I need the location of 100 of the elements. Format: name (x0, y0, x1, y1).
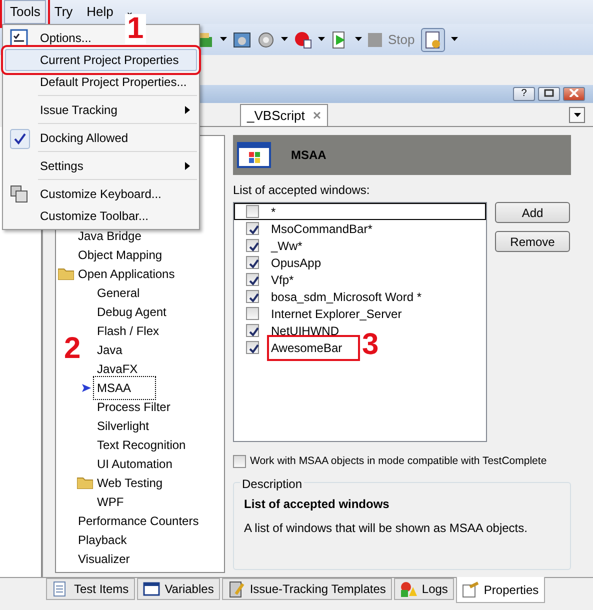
menu-item[interactable]: Customize Toolbar... (5, 205, 156, 227)
checkbox[interactable] (246, 273, 259, 286)
menu-label: Customize Toolbar... (40, 208, 148, 225)
menu-label: Settings (40, 158, 84, 175)
menu-item[interactable]: Issue Tracking (5, 99, 197, 121)
menu-item[interactable]: Settings (5, 155, 197, 177)
properties-toolbar-button[interactable] (420, 28, 445, 52)
action-button[interactable]: Add (495, 202, 570, 223)
tree-item[interactable]: Java (96, 340, 124, 358)
submenu-arrow-icon (185, 162, 190, 170)
tab-label: Properties (484, 582, 539, 598)
dropdown-icon (318, 37, 325, 42)
list-item[interactable]: _Ww* (271, 236, 302, 254)
restore-button[interactable] (538, 87, 560, 101)
menu-label: Issue Tracking (40, 102, 118, 119)
menu-label: Options... (40, 30, 92, 47)
menu-label: Customize Keyboard... (40, 186, 162, 203)
menu-item[interactable]: Docking Allowed (5, 127, 136, 149)
tree-item[interactable]: Debug Agent (96, 302, 168, 320)
checkbox[interactable] (246, 307, 259, 320)
panel-tab[interactable]: Properties (456, 577, 545, 603)
tree-item[interactable]: WPF (96, 492, 125, 510)
tab-label: Test Items (74, 581, 129, 598)
pencil-icon (228, 580, 245, 598)
checkbox[interactable] (246, 239, 259, 252)
description-heading: List of accepted windows (244, 496, 390, 513)
arrow-icon (80, 382, 92, 394)
checkbox[interactable] (246, 256, 259, 269)
record-icon (294, 30, 312, 48)
callout-number: 1 (125, 14, 146, 44)
close-button[interactable] (563, 87, 585, 101)
tree-item[interactable]: Silverlight (96, 416, 150, 434)
folder-icon (58, 267, 74, 280)
action-button[interactable]: Remove (495, 231, 570, 252)
list-item[interactable]: MsoCommandBar* (271, 220, 372, 238)
checkbox-label: Work with MSAA objects in mode compatible with TestComplete (250, 454, 547, 469)
list-item[interactable]: bosa_sdm_Microsoft Word * (271, 288, 422, 306)
tree-item[interactable]: Java Bridge (77, 226, 142, 244)
tree-item[interactable]: Visualizer (77, 550, 131, 568)
properties-title: MSAA (291, 147, 326, 164)
dropdown-icon (281, 37, 288, 42)
tab-label: Issue-Tracking Templates (250, 581, 386, 598)
panel-tab[interactable]: Variables (136, 578, 220, 600)
panel-tab[interactable]: Logs (394, 578, 454, 600)
close-tab-button[interactable]: × (312, 105, 321, 126)
submenu-arrow-icon (185, 106, 190, 114)
panel-tab[interactable]: Test Items (46, 578, 135, 600)
keyboard-icon (10, 185, 28, 203)
tree-item[interactable]: General (96, 284, 141, 302)
dropdown-icon (220, 37, 227, 42)
check-icon (246, 274, 258, 286)
checkbox[interactable] (246, 290, 259, 303)
tree-item[interactable]: Object Mapping (77, 246, 164, 264)
checkbox[interactable] (233, 455, 246, 468)
help-button[interactable]: ? (513, 87, 535, 101)
checkbox[interactable] (246, 324, 259, 337)
menu-label: Default Project Properties... (40, 74, 187, 91)
menu-item[interactable]: Help (80, 0, 120, 24)
list-label: List of accepted windows: (233, 182, 371, 199)
checkbox[interactable] (246, 205, 259, 218)
document-tab[interactable]: _VBScript × (240, 104, 328, 126)
tab-label: _VBScript (247, 106, 305, 125)
check-icon (246, 222, 258, 234)
list-item[interactable]: OpusApp (271, 254, 322, 272)
log-status-icon (400, 580, 417, 598)
tree-item[interactable]: Text Recognition (96, 436, 187, 454)
panel-tab[interactable]: Issue-Tracking Templates (222, 578, 392, 600)
stop-icon (368, 32, 382, 46)
checkbox[interactable] (246, 222, 259, 235)
tree-item[interactable]: Playback (77, 530, 128, 548)
tab-label: Variables (164, 581, 214, 598)
variables-icon (142, 580, 160, 598)
description-text: A list of windows that will be shown as MSAA objects. (244, 520, 528, 537)
checklist-icon (10, 29, 28, 47)
check-icon (246, 256, 258, 268)
tree-item[interactable]: UI Automation (96, 454, 174, 472)
tree-item[interactable]: Performance Counters (77, 512, 200, 530)
properties-icon (462, 581, 479, 598)
list-item[interactable]: * (271, 202, 276, 220)
check-icon (10, 129, 30, 149)
tab-label: Logs (422, 581, 448, 598)
window-icon (237, 142, 271, 168)
list-item[interactable]: Internet Explorer_Server (271, 304, 402, 322)
tree-item[interactable]: JavaFX (96, 360, 139, 378)
list-item[interactable]: NetUIHWND (271, 322, 339, 340)
tree-item[interactable]: Open Applications (77, 264, 176, 282)
tree-item[interactable]: MSAA (96, 378, 154, 396)
restore-icon (544, 89, 554, 98)
tree-item[interactable]: Process Filter (96, 398, 172, 416)
tab-list-button[interactable] (569, 107, 585, 123)
checkbox[interactable] (246, 341, 259, 354)
tree-item[interactable]: Web Testing (96, 474, 164, 492)
menu-item[interactable]: Customize Keyboard... (5, 183, 168, 205)
check-icon (246, 240, 258, 252)
dropdown-icon (574, 112, 580, 118)
menu-item[interactable]: Try (48, 0, 79, 24)
check-icon (246, 290, 258, 302)
tree-item[interactable]: Flash / Flex (96, 322, 160, 340)
menu-item[interactable]: Default Project Properties... (5, 71, 194, 93)
list-item[interactable]: Vfp* (271, 270, 294, 288)
